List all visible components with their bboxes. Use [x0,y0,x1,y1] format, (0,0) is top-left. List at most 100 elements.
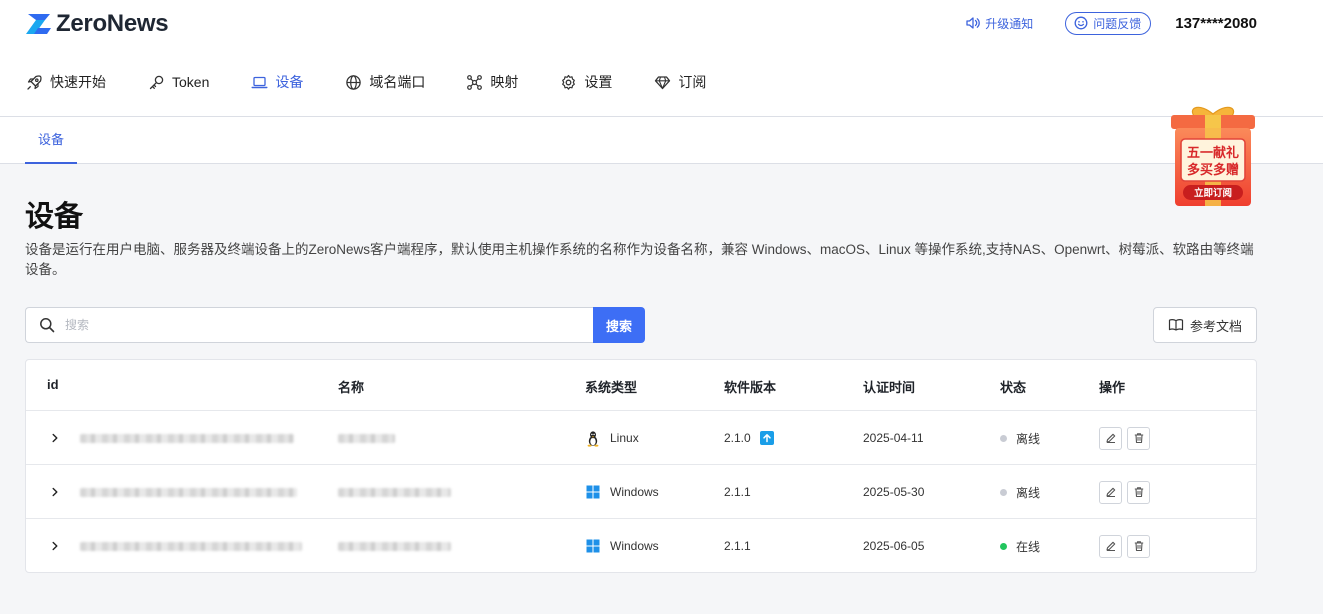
nav-item-mapping[interactable]: 映射 [466,72,518,92]
header-actions: 升级通知 问题反馈 137****2080 [965,11,1257,35]
nav-label-token: Token [172,74,210,90]
status-dot-offline [1000,434,1007,442]
trash-icon [1134,487,1143,498]
book-icon [1168,319,1184,331]
key-icon [149,75,164,89]
delete-button[interactable] [1127,480,1150,504]
auth-time-cell: 2025-04-11 [863,431,924,445]
table-row: Linux 2.1.0 2025-04-11 离线 [26,411,1256,465]
nav-label-subscribe: 订阅 [678,74,707,90]
globe-icon [346,74,362,90]
edit-button[interactable] [1099,534,1122,558]
expand-row-button[interactable] [50,411,60,465]
diamond-icon [655,75,671,89]
brand-name: ZeroNews [56,10,169,37]
sub-tab-bar: 设备 [0,116,1323,164]
status-text: 在线 [1016,539,1041,554]
search-bar: 搜索 [25,307,645,343]
pencil-icon [1105,487,1115,497]
col-os: 系统类型 [585,380,638,395]
auth-time-cell: 2025-05-30 [863,485,925,499]
table-header: id 名称 系统类型 软件版本 认证时间 状态 操作 [26,360,1256,411]
page-title: 设备 [25,201,84,233]
pencil-icon [1105,541,1115,551]
nav-label-settings: 设置 [584,74,613,90]
device-name-redacted [338,519,451,573]
page-description: 设备是运行在用户电脑、服务器及终端设备上的ZeroNews客户端程序，默认使用主… [25,242,1254,277]
windows-icon [586,539,600,553]
version-cell: 2.1.0 [724,411,774,465]
auth-time-cell: 2025-06-05 [863,539,925,553]
col-id: id [47,377,59,392]
status-cell: 在线 [1000,519,1040,573]
speaker-icon [966,17,980,29]
table-row: Windows 2.1.1 2025-06-05 在线 [26,519,1256,573]
tab-devices[interactable]: 设备 [25,117,77,164]
status-dot-offline [1000,488,1007,496]
promo-banner[interactable]: 五一献礼 多买多赠 立即订阅 [1168,102,1258,208]
promo-line2: 多买多赠 [1187,162,1239,177]
feedback-button[interactable]: 问题反馈 [1065,11,1152,35]
nav-item-domain-port[interactable]: 域名端口 [345,72,425,92]
actions-cell [1099,519,1155,573]
rocket-icon [27,74,42,90]
status-text: 离线 [1016,485,1041,500]
promo-line1: 五一献礼 [1187,145,1239,160]
col-status: 状态 [1000,380,1027,395]
os-name: Windows [610,485,659,499]
search-input[interactable] [65,318,593,332]
os-name: Linux [610,431,639,445]
version-cell: 2.1.1 [724,465,751,519]
version-cell: 2.1.1 [724,519,751,573]
smile-icon [1074,16,1088,30]
expand-row-button[interactable] [50,519,60,573]
pencil-icon [1105,433,1115,443]
upgrade-notify-label: 升级通知 [985,16,1034,31]
gift-box-icon: 五一献礼 多买多赠 立即订阅 [1171,106,1255,206]
device-name-redacted [338,411,395,465]
linux-icon [587,430,599,447]
chevron-right-icon [52,541,58,551]
user-account[interactable]: 137****2080 [1175,15,1257,32]
laptop-icon [251,76,268,88]
delete-button[interactable] [1127,534,1150,558]
edit-button[interactable] [1099,480,1122,504]
expand-row-button[interactable] [50,465,60,519]
reference-docs-button[interactable]: 参考文档 [1153,307,1257,343]
version-text: 2.1.0 [724,431,751,445]
os-name: Windows [610,539,659,553]
nav-item-quickstart[interactable]: 快速开始 [26,72,106,92]
status-text: 离线 [1016,431,1041,446]
nav-item-subscribe[interactable]: 订阅 [654,72,706,92]
os-cell: Windows [585,465,659,519]
brand-logo[interactable]: ZeroNews [25,10,169,38]
trash-icon [1134,541,1143,552]
devices-table: id 名称 系统类型 软件版本 认证时间 状态 操作 Linux 2.1.0 2… [25,359,1257,573]
nav-item-settings[interactable]: 设置 [560,72,612,92]
zeronews-logo-icon [26,14,51,34]
feedback-label: 问题反馈 [1093,16,1142,31]
table-row: Windows 2.1.1 2025-05-30 离线 [26,465,1256,519]
trash-icon [1134,433,1143,444]
upgrade-available-badge[interactable] [759,431,774,445]
promo-button-label: 立即订阅 [1194,187,1232,199]
nav-item-token[interactable]: Token [148,74,209,91]
status-dot-online [1000,542,1007,550]
nav-label-devices: 设备 [275,74,304,90]
col-auth-time: 认证时间 [863,380,916,395]
gear-icon [562,74,576,90]
upgrade-notify-link[interactable]: 升级通知 [965,15,1033,32]
search-button[interactable]: 搜索 [593,307,645,343]
actions-cell [1099,465,1155,519]
chevron-right-icon [52,433,58,443]
device-id-redacted [80,465,297,519]
actions-cell [1099,411,1155,465]
os-cell: Windows [585,519,659,573]
device-id-redacted [80,411,294,465]
edit-button[interactable] [1099,426,1122,450]
status-cell: 离线 [1000,411,1040,465]
arrow-up-icon [762,434,771,443]
delete-button[interactable] [1127,426,1150,450]
col-actions: 操作 [1099,380,1126,395]
nav-item-devices[interactable]: 设备 [251,72,303,92]
